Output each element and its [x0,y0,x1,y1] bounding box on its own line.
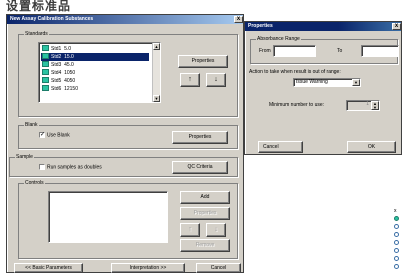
control-properties-button[interactable]: Properties [180,207,230,220]
standard-move-up-button[interactable]: ↑ [180,73,200,87]
status-dot-icon [394,240,402,247]
scroll-down-icon[interactable]: ▼ [153,95,160,102]
list-item[interactable]: Std3 45.0 [41,61,149,69]
control-move-down-button[interactable]: ↓ [206,223,226,237]
checkbox-icon [39,164,45,170]
controls-list[interactable] [48,191,168,243]
standard-color-swatch [42,45,49,52]
list-item[interactable]: Std5 4050 [41,77,149,85]
standard-color-swatch [42,69,49,76]
close-icon[interactable]: x [234,16,243,23]
standard-color-swatch [42,53,49,60]
status-dot-icon [394,256,402,263]
add-control-button[interactable]: Add [180,191,230,204]
close-icon[interactable]: x [392,23,401,30]
standard-color-swatch [42,61,49,68]
page-heading: 设置标准品 [6,0,72,13]
standard-value: 15.0 [64,54,74,60]
spinner-arrows-icon[interactable]: ▲ ▼ [371,101,379,110]
standards-list[interactable]: Std1 5.0 Std2 15.0 Std3 45.0 Std4 1050 S… [38,42,161,103]
standard-value: 5.0 [64,46,72,52]
standard-name: Std5 [51,78,62,84]
strip-close-icon[interactable]: x [394,208,402,215]
standard-name: Std1 [51,46,62,52]
minimum-number-value: 1 [366,101,369,107]
minimum-number-label: Minimum number to use: [269,102,325,108]
list-item[interactable]: Std1 5.0 [41,45,149,53]
chevron-down-icon[interactable]: ▼ [352,79,360,86]
run-doubles-label: Run samples as doubles [47,164,102,171]
status-dot-icon [394,248,402,255]
standard-color-swatch [42,77,49,84]
standards-properties-button[interactable]: Properties [178,55,228,68]
check-icon: ✓ [39,132,46,138]
to-input[interactable] [361,45,399,57]
interpretation-button[interactable]: Interpretation >> [111,263,185,273]
controls-label: Controls [24,180,45,187]
blank-label: Blank [24,122,39,129]
standard-name: Std3 [51,62,62,68]
scroll-up-icon[interactable]: ▲ [153,43,160,50]
properties-dialog-title: Properties [245,22,401,31]
minimum-number-spinner[interactable]: 1 ▲ ▼ [346,100,380,111]
qc-criteria-button[interactable]: QC Criteria [172,161,228,174]
standard-value: 1050 [64,70,76,76]
status-dot-icon [394,224,402,231]
standard-move-down-button[interactable]: ↓ [206,73,226,87]
from-input[interactable] [273,45,316,57]
standard-color-swatch [42,85,49,92]
absorbance-range-label: Absorbance Range [256,36,301,43]
properties-dialog: Properties x Absorbance Range From To Ac… [244,21,402,155]
cancel-button[interactable]: Cancel [196,263,241,273]
action-select-value: Issue Warning [296,79,328,85]
standard-value: 4050 [64,78,76,84]
side-strip: x [393,208,404,273]
from-label: From [259,48,271,54]
to-label: To [337,48,343,54]
list-item[interactable]: Std6 12150 [41,85,149,93]
standard-name: Std2 [51,54,62,60]
action-label: Action to take when result is out of ran… [249,69,341,75]
use-blank-label: Use Blank [47,132,70,139]
use-blank-checkbox[interactable]: ✓ Use Blank [39,132,70,139]
properties-cancel-button[interactable]: Cancel [258,141,303,153]
status-dot-icon [394,232,402,239]
status-dot-icon [394,264,402,271]
ok-button[interactable]: OK [347,141,396,153]
control-move-up-button[interactable]: ↑ [180,223,200,237]
list-scrollbar[interactable]: ▲ ▼ [152,43,160,102]
standard-name: Std4 [51,70,62,76]
list-item[interactable]: Std4 1050 [41,69,149,77]
standard-value: 12150 [64,86,78,92]
action-select[interactable]: Issue Warning ▼ [293,78,361,87]
standards-label: Standards [24,31,49,38]
calibration-dialog-title: New Assay Calibration Substances [7,15,243,24]
list-item[interactable]: Std2 15.0 [41,53,149,61]
status-dot-icon [394,216,402,223]
blank-properties-button[interactable]: Properties [172,131,228,144]
calibration-dialog: New Assay Calibration Substances x Stand… [6,14,244,273]
standard-value: 45.0 [64,62,74,68]
remove-control-button[interactable]: Remove [180,239,230,252]
basic-parameters-button[interactable]: << Basic Parameters [14,263,83,273]
sample-label: Sample [15,154,34,161]
run-doubles-checkbox[interactable]: Run samples as doubles [39,164,102,171]
standard-name: Std6 [51,86,62,92]
